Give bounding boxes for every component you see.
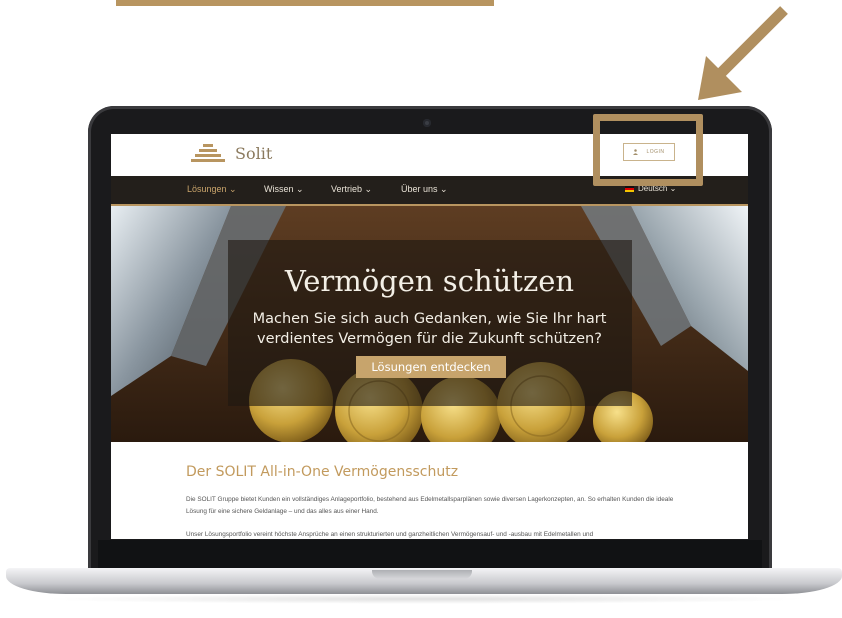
hero-subtitle: Machen Sie sich auch Gedanken, wie Sie I… <box>111 309 748 349</box>
nav-item-loesungen[interactable]: Lösungen ⌄ <box>187 184 237 195</box>
hero-banner: Vermögen schützen Machen Sie sich auch G… <box>111 206 748 442</box>
laptop-shadow <box>40 594 810 604</box>
german-flag-icon <box>625 185 634 192</box>
nav-item-ueber-uns[interactable]: Über uns ⌄ <box>401 184 448 195</box>
nav-item-wissen[interactable]: Wissen ⌄ <box>264 184 304 195</box>
site-logo[interactable]: Solit <box>191 142 272 164</box>
portfolio-paragraph: Unser Lösungsportfolio vereint höchste A… <box>186 531 594 538</box>
section-title: Der SOLIT All-in-One Vermögensschutz <box>186 464 459 480</box>
hero-subtitle-line1: Machen Sie sich auch Gedanken, wie Sie I… <box>252 311 607 327</box>
laptop-bezel-bottom <box>98 540 762 570</box>
laptop-opening-notch <box>372 570 472 579</box>
discover-solutions-button[interactable]: Lösungen entdecken <box>356 356 506 378</box>
hero-subtitle-line2: verdientes Vermögen für die Zukunft schü… <box>257 331 602 347</box>
arrow-pointer-icon <box>698 6 788 100</box>
pyramid-logo-icon <box>191 142 225 164</box>
top-accent-bar <box>116 0 494 6</box>
intro-paragraph: Die SOLIT Gruppe bietet Kunden ein volls… <box>186 496 674 515</box>
login-highlight-box <box>593 114 703 186</box>
hero-title: Vermögen schützen <box>284 264 575 298</box>
brand-name: Solit <box>235 143 273 163</box>
content-section: Der SOLIT All-in-One Vermögensschutz Die… <box>111 442 748 539</box>
laptop-screen: Solit LOGIN Lösungen ⌄ Wissen ⌄ Vertrieb… <box>111 134 748 539</box>
nav-item-vertrieb[interactable]: Vertrieb ⌄ <box>331 184 372 195</box>
webcam <box>423 119 431 127</box>
